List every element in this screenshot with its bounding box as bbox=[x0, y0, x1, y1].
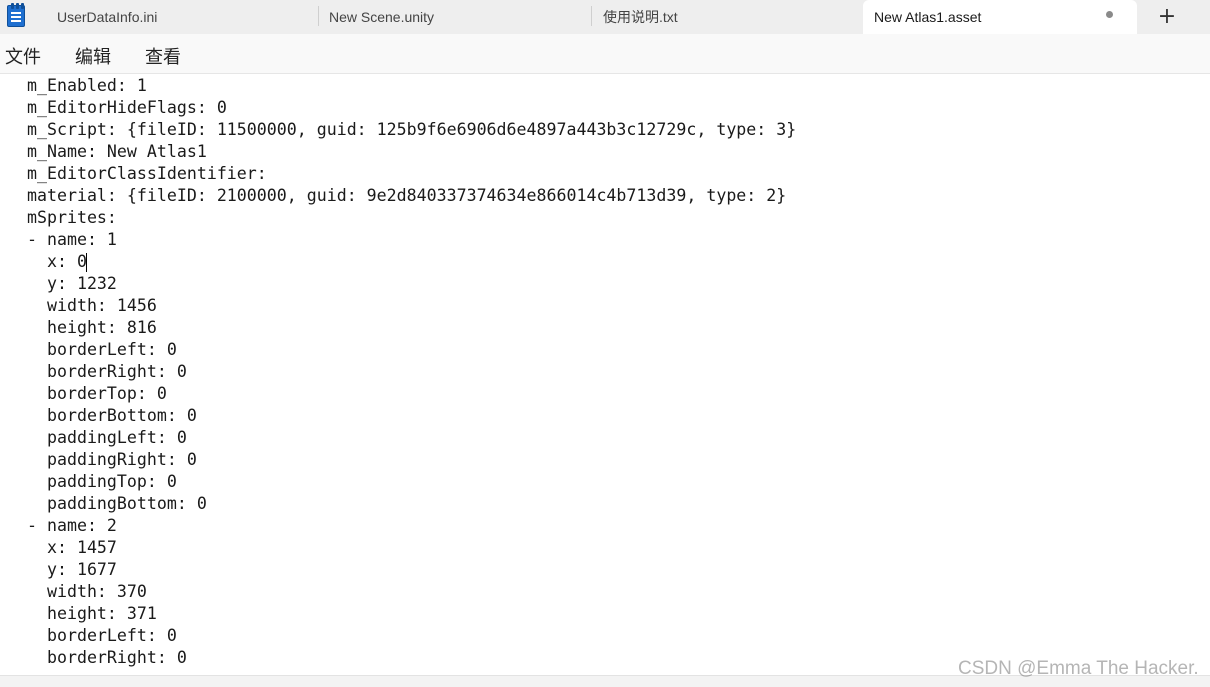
tab-new-scene[interactable]: New Scene.unity bbox=[319, 0, 591, 33]
editor-line: borderRight: 0 bbox=[27, 362, 187, 381]
new-tab-button[interactable]: + bbox=[1152, 3, 1182, 29]
editor-line: paddingTop: 0 bbox=[27, 472, 177, 491]
editor-line: borderLeft: 0 bbox=[27, 626, 177, 645]
editor-line: height: 816 bbox=[27, 318, 157, 337]
editor-line: m_Script: {fileID: 11500000, guid: 125b9… bbox=[27, 120, 797, 139]
tab-new-atlas[interactable]: New Atlas1.asset bbox=[863, 0, 1137, 34]
text-caret bbox=[86, 253, 87, 272]
editor-line: borderRight: 0 bbox=[27, 648, 187, 667]
editor-line: material: {fileID: 2100000, guid: 9e2d84… bbox=[27, 186, 787, 205]
tab-label: 使用说明.txt bbox=[603, 8, 678, 25]
editor-line: borderLeft: 0 bbox=[27, 340, 177, 359]
menu-view[interactable]: 查看 bbox=[145, 43, 181, 69]
editor-line: height: 371 bbox=[27, 604, 157, 623]
menu-bar: 文件 编辑 查看 bbox=[0, 34, 1210, 74]
watermark: CSDN @Emma The Hacker. bbox=[958, 658, 1199, 679]
text-editor[interactable]: m_Enabled: 1 m_EditorHideFlags: 0 m_Script… bbox=[0, 75, 1210, 675]
editor-line: width: 1456 bbox=[27, 296, 157, 315]
editor-line: borderBottom: 0 bbox=[27, 406, 197, 425]
tab-label: UserDataInfo.ini bbox=[57, 8, 158, 25]
tab-label: New Atlas1.asset bbox=[874, 9, 982, 25]
editor-line: m_Enabled: 1 bbox=[27, 76, 147, 95]
editor-line: mSprites: bbox=[27, 208, 117, 227]
unsaved-dot-icon[interactable] bbox=[1106, 11, 1113, 18]
menu-file[interactable]: 文件 bbox=[5, 43, 41, 69]
editor-line: x: 1457 bbox=[27, 538, 117, 557]
tab-bar: UserDataInfo.ini New Scene.unity 使用说明.tx… bbox=[0, 0, 1210, 36]
tab-userdatainfo[interactable]: UserDataInfo.ini bbox=[40, 0, 318, 33]
tab-label: New Scene.unity bbox=[329, 8, 435, 25]
editor-line: paddingBottom: 0 bbox=[27, 494, 207, 513]
editor-line: x: 0 bbox=[27, 252, 87, 271]
notepad-icon bbox=[7, 3, 25, 27]
editor-line: paddingRight: 0 bbox=[27, 450, 197, 469]
editor-line: y: 1232 bbox=[27, 274, 117, 293]
editor-line: y: 1677 bbox=[27, 560, 117, 579]
editor-line: borderTop: 0 bbox=[27, 384, 167, 403]
editor-line: width: 370 bbox=[27, 582, 147, 601]
editor-line: m_Name: New Atlas1 bbox=[27, 142, 207, 161]
editor-line: paddingLeft: 0 bbox=[27, 428, 187, 447]
editor-line: - name: 1 bbox=[27, 230, 117, 249]
menu-edit[interactable]: 编辑 bbox=[75, 43, 111, 69]
tab-instructions[interactable]: 使用说明.txt bbox=[592, 0, 862, 33]
editor-line: - name: 2 bbox=[27, 516, 117, 535]
editor-line: m_EditorHideFlags: 0 bbox=[27, 98, 227, 117]
editor-line: m_EditorClassIdentifier: bbox=[27, 164, 267, 183]
